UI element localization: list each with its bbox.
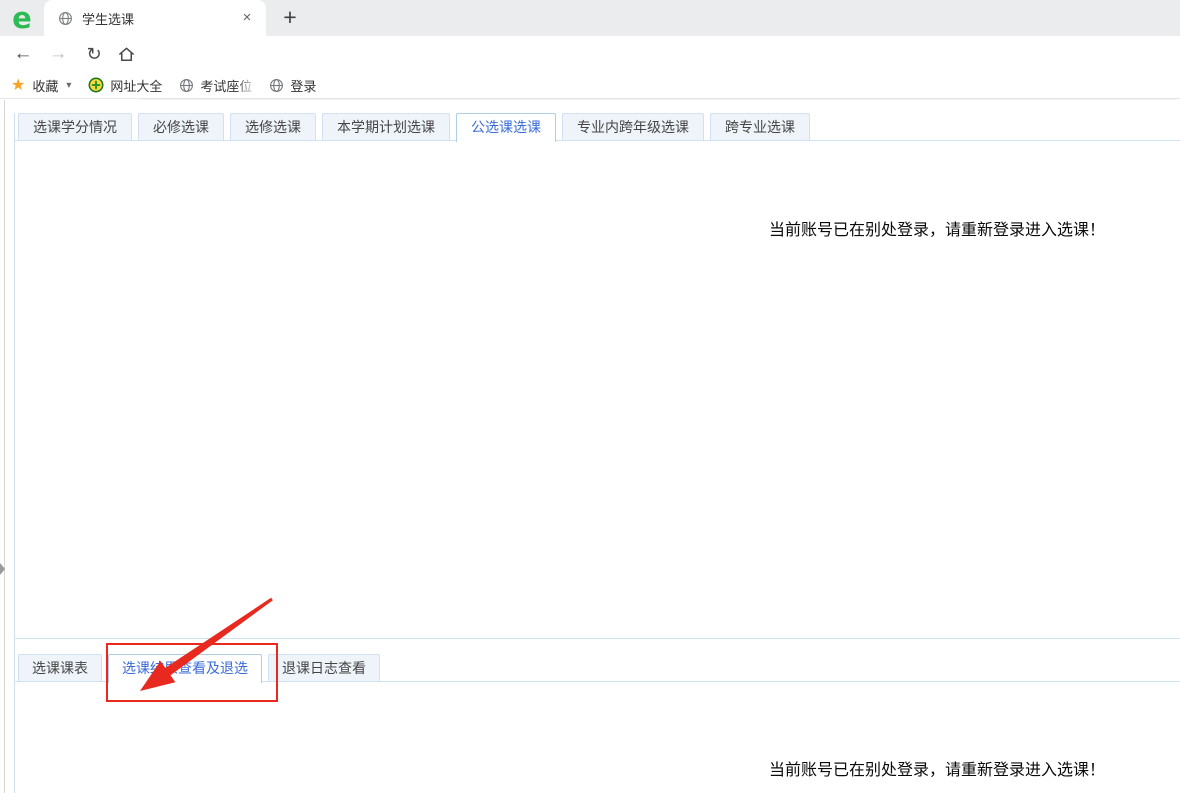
bookmark-item-kaoshizuowei[interactable]: 考试座位 bbox=[179, 76, 252, 95]
bottom-panel-message: 当前账号已在别处登录，请重新登录进入选课！ bbox=[769, 756, 1105, 780]
browser-tab-title: 学生选课 bbox=[82, 9, 238, 28]
tab-bixiu-xuanke[interactable]: 必修选课 bbox=[138, 113, 224, 141]
home-icon[interactable] bbox=[112, 36, 140, 72]
top-panel-bottom-border bbox=[14, 638, 1180, 639]
favorites-star-icon[interactable]: ★ bbox=[11, 75, 25, 95]
bookmark-label: 考试座位 bbox=[200, 76, 252, 95]
bookmark-item-denglu[interactable]: 登录 bbox=[269, 76, 316, 95]
course-select-tabs: 选课学分情况 必修选课 选修选课 本学期计划选课 公选课选课 专业内跨年级选课 … bbox=[14, 113, 810, 141]
tab-xuanke-xuefen[interactable]: 选课学分情况 bbox=[18, 113, 132, 141]
globe-icon bbox=[179, 78, 194, 93]
back-icon[interactable]: ← bbox=[9, 36, 37, 72]
plus-circle-icon bbox=[88, 77, 104, 93]
bookmarks-bar: ★ 收藏 ▾ 网址大全 考试座位 bbox=[0, 72, 1180, 99]
home-icon-glyph bbox=[117, 45, 136, 64]
tab-xuanke-kebiao[interactable]: 选课课表 bbox=[18, 654, 102, 682]
globe-icon bbox=[269, 78, 284, 93]
browser-tab-active[interactable]: 学生选课 × bbox=[44, 0, 266, 36]
page-content: 选课学分情况 必修选课 选修选课 本学期计划选课 公选课选课 专业内跨年级选课 … bbox=[0, 100, 1180, 793]
bookmark-item-wangzhidaquan[interactable]: 网址大全 bbox=[88, 76, 162, 95]
browser-logo-icon: e bbox=[12, 4, 32, 33]
bookmark-label: 网址大全 bbox=[110, 76, 162, 95]
chevron-right-icon[interactable] bbox=[0, 563, 5, 575]
globe-favicon-icon bbox=[58, 11, 73, 26]
course-result-tabs: 选课课表 选课结果查看及退选 退课日志查看 bbox=[14, 654, 380, 682]
favorites-label[interactable]: 收藏 bbox=[32, 76, 58, 95]
tab-zhuanye-kuaniánji-xuanke[interactable]: 专业内跨年级选课 bbox=[562, 113, 704, 141]
panel-left-border bbox=[14, 113, 15, 793]
tab-benxueqi-jihua-xuanke[interactable]: 本学期计划选课 bbox=[322, 113, 450, 141]
bookmark-label: 登录 bbox=[290, 76, 316, 95]
tab-close-icon[interactable]: × bbox=[238, 9, 256, 27]
browser-logo-button[interactable]: e bbox=[0, 0, 44, 36]
tab-gongxuanke-xuanke[interactable]: 公选课选课 bbox=[456, 113, 556, 142]
tab-tuike-rizhi[interactable]: 退课日志查看 bbox=[268, 654, 380, 682]
favorites-caret-icon[interactable]: ▾ bbox=[66, 80, 71, 91]
new-tab-button[interactable]: + bbox=[276, 4, 304, 32]
top-panel-message: 当前账号已在别处登录，请重新登录进入选课！ bbox=[769, 216, 1105, 240]
tab-xuanke-jieguo-tuixuan[interactable]: 选课结果查看及退选 bbox=[108, 654, 262, 683]
tab-xuanxiu-xuanke[interactable]: 选修选课 bbox=[230, 113, 316, 141]
browser-window: e 学生选课 × + ← → ↻ 证书风险 bbox=[0, 0, 1180, 793]
tab-kuazhuanye-xuanke[interactable]: 跨专业选课 bbox=[710, 113, 810, 141]
side-panel-divider bbox=[4, 100, 5, 793]
browser-toolbar: ← → ↻ 证书风险 https://10.0.3.88/jsxs bbox=[0, 36, 1180, 72]
forward-icon[interactable]: → bbox=[44, 36, 72, 72]
refresh-icon[interactable]: ↻ bbox=[80, 36, 108, 72]
browser-tab-bar: e 学生选课 × + bbox=[0, 0, 1180, 36]
